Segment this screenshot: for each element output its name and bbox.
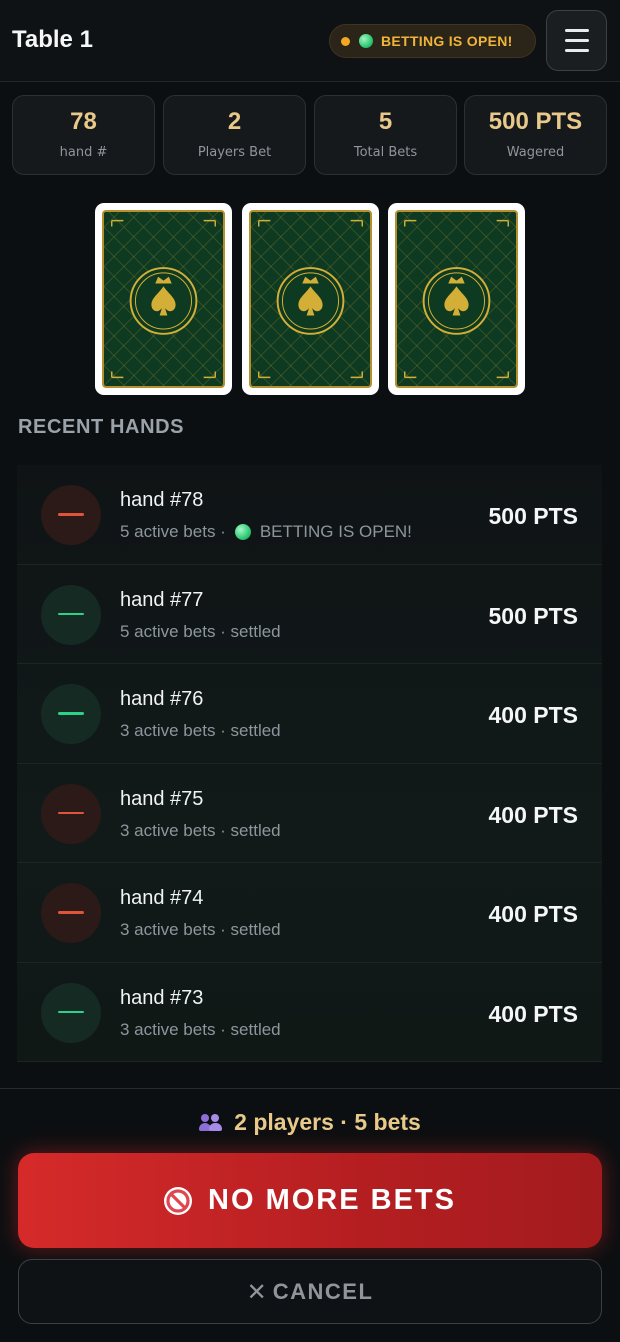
stat-label: Total Bets [353,145,418,160]
crowned-spade-icon [111,219,216,379]
stat-value: 78 [70,108,97,135]
stat-wagered: 500 PTS Wagered [464,95,607,175]
win-indicator-icon [41,684,101,744]
hand-title: hand #78 [120,489,204,511]
hand-row[interactable]: hand #78 5 active bets · BETTING IS OPEN… [17,465,602,565]
menu-button[interactable] [546,10,607,71]
loss-indicator-icon [41,883,101,943]
stat-label: hand # [59,145,108,160]
cancel-button[interactable]: ✕ CANCEL [18,1259,602,1324]
hand-row[interactable]: hand #74 3 active bets · settled 400 PTS [17,863,602,963]
no-more-bets-label: NO MORE BETS [208,1184,456,1216]
players-icon [199,1113,223,1132]
hand-amount: 500 PTS [488,503,579,529]
hand-amount: 400 PTS [488,801,579,828]
hamburger-menu-icon [564,29,589,32]
crowned-spade-icon [404,219,509,379]
green-chip-icon [234,524,251,540]
hand-title: hand #77 [120,588,204,611]
card-back [242,203,379,395]
hand-row[interactable]: hand #77 5 active bets · settled 500 PTS [17,565,602,664]
top-bar: Table 1 BETTING IS OPEN! [0,0,620,82]
hand-subtitle: 3 active bets · settled [120,920,281,939]
hand-subtitle: 3 active bets · settled [120,820,281,840]
hand-subtitle: 3 active bets · settled [120,721,281,740]
hand-title: hand #73 [120,986,204,1009]
hand-amount: 400 PTS [488,1000,579,1027]
crowned-spade-icon [258,219,363,379]
stat-label: Players Bet [197,145,272,160]
card-back [95,203,232,395]
live-dot-icon [341,36,350,46]
hand-title: hand #76 [120,688,204,710]
hand-subtitle: 3 active bets · settled [120,1019,281,1039]
win-indicator-icon [41,584,101,645]
bet-summary: 2 players · 5 bets [0,1109,620,1136]
card-back-design [395,210,518,388]
betting-status-badge: BETTING IS OPEN! [329,24,536,58]
page-title: Table 1 [12,26,93,53]
stat-value: 500 PTS [488,108,583,135]
hand-row[interactable]: hand #76 3 active bets · settled 400 PTS [17,664,602,764]
loss-indicator-icon [41,485,101,545]
recent-hands-heading: RECENT HANDS [18,416,185,438]
hand-title: hand #74 [120,887,204,909]
recent-hands-list: hand #78 5 active bets · BETTING IS OPEN… [17,465,602,1062]
cancel-label: CANCEL [272,1278,374,1304]
green-chip-icon [359,34,373,48]
card-back-design [102,210,225,388]
hand-subtitle: 5 active bets · BETTING IS OPEN! [120,522,412,541]
bet-summary-text: 2 players · 5 bets [234,1109,421,1135]
stat-total-bets: 5 Total Bets [314,95,457,175]
stat-value: 2 [227,108,242,135]
betting-status-text: BETTING IS OPEN! [381,33,513,49]
stat-hand-number: 78 hand # [12,95,155,175]
stat-value: 5 [378,108,393,135]
win-indicator-icon [41,982,101,1043]
loss-indicator-icon [41,783,101,844]
hand-status: BETTING IS OPEN! [259,522,412,541]
close-icon: ✕ [246,1277,267,1306]
bottom-action-bar: 2 players · 5 bets NO MORE BETS ✕ CANCEL [0,1088,620,1342]
no-more-bets-button[interactable]: NO MORE BETS [18,1153,602,1248]
app: Table 1 BETTING IS OPEN! 78 hand # 2 Pla… [0,0,620,1342]
stat-players-bet: 2 Players Bet [163,95,306,175]
hand-row[interactable]: hand #75 3 active bets · settled 400 PTS [17,764,602,863]
prohibited-icon [164,1186,193,1215]
hand-subtitle: 5 active bets · settled [120,621,281,641]
hand-amount: 400 PTS [488,702,579,728]
stat-label: Wagered [506,145,565,160]
card-back [388,203,525,395]
hand-amount: 500 PTS [488,602,579,629]
hand-title: hand #75 [120,787,204,810]
hand-row[interactable]: hand #73 3 active bets · settled 400 PTS [17,963,602,1062]
card-back-design [249,210,372,388]
hand-amount: 400 PTS [488,901,579,927]
